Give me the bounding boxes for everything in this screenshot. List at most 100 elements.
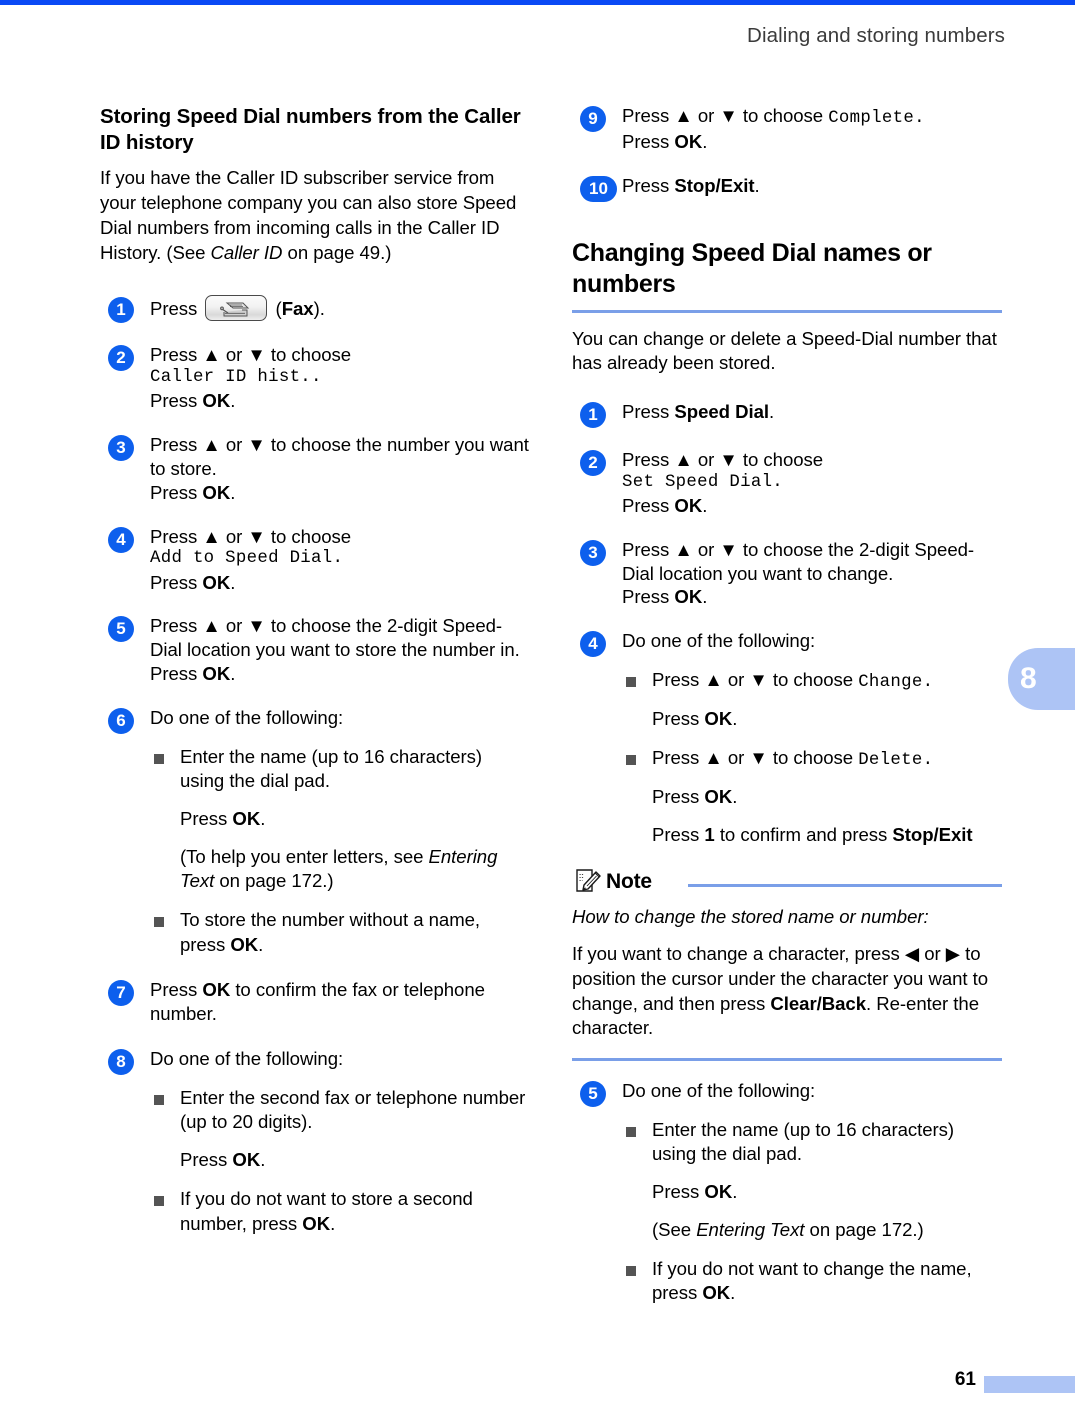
- r4-bullet2-lcd: Delete.: [858, 750, 934, 770]
- digit-1-key: 1: [704, 823, 715, 845]
- left-column: Storing Speed Dial numbers from the Call…: [100, 104, 530, 1236]
- step4-line3: Press OK.: [150, 571, 530, 595]
- step-item-2: 2 Press ▲ or ▼ to choose Caller ID hist.…: [100, 343, 530, 413]
- step-text-10: Press Stop/Exit.: [622, 174, 1002, 199]
- r3-press-post: .: [702, 586, 708, 608]
- note-line-1: How to change the stored name or number:: [572, 906, 929, 928]
- step8-bullet2-post: .: [330, 1212, 336, 1234]
- step-item-6: 6 Do one of the following: Enter the nam…: [100, 706, 530, 958]
- step5-line1: Press ▲ or ▼ to choose the 2-digit Speed…: [150, 615, 520, 661]
- step2-press-pre: Press: [150, 390, 203, 412]
- step-text-5: Press ▲ or ▼ to choose the 2-digit Speed…: [150, 614, 530, 685]
- r2-press-post: .: [702, 495, 708, 517]
- square-bullet-icon: [154, 1094, 164, 1105]
- step-number-4: 4: [108, 526, 134, 553]
- r3-press-pre: Press: [622, 586, 675, 608]
- ok-key: OK: [232, 1149, 261, 1171]
- step-item-r2: 2 Press ▲ or ▼ to choose Set Speed Dial.…: [572, 448, 1002, 518]
- step-text-3: Press ▲ or ▼ to choose the number you wa…: [150, 433, 530, 504]
- r1-speeddial-key: Speed Dial: [674, 401, 769, 422]
- step6-line1: Do one of the following:: [150, 706, 344, 728]
- step-number-10: 10: [580, 176, 617, 203]
- r2-line1: Press ▲ or ▼ to choose: [622, 449, 824, 470]
- step2-ok-key: OK: [202, 390, 231, 412]
- r3-line3: Press OK.: [622, 585, 1002, 609]
- press-post: .: [732, 785, 738, 807]
- step-text-r1: Press Speed Dial.: [622, 400, 1002, 425]
- press-pre: Press: [180, 808, 233, 829]
- note-body: How to change the stored name or number:…: [572, 905, 1002, 1041]
- press-post: .: [260, 808, 266, 829]
- step8-line1: Do one of the following:: [150, 1048, 344, 1070]
- ok-key: OK: [704, 785, 733, 807]
- note-header: Note: [572, 869, 1002, 899]
- step-number-7: 7: [108, 979, 134, 1006]
- step9-press-pre: Press: [622, 131, 675, 153]
- step-item-9: 9 Press ▲ or ▼ to choose Complete. Press…: [572, 104, 1002, 154]
- step3-line3: Press OK.: [150, 481, 530, 505]
- bullet-item: Enter the second fax or telephone number…: [150, 1086, 530, 1135]
- step9-ok-key: OK: [674, 131, 703, 153]
- step6-bullet1-follow1: Press OK.: [150, 807, 530, 832]
- r2-press-pre: Press: [622, 495, 675, 517]
- r1-post: .: [768, 401, 775, 422]
- r4-bullet1-follow1: Press OK.: [622, 707, 1002, 732]
- fax-key-icon[interactable]: [205, 295, 268, 322]
- step1-key-close: ).: [313, 298, 325, 320]
- r2-lcd-text: Set Speed Dial.: [622, 472, 784, 492]
- r1-pre: Press: [622, 401, 675, 422]
- step-item-1: 1 Press (Fax).: [100, 295, 530, 324]
- fax-machine-glyph: [220, 302, 250, 317]
- square-bullet-icon: [626, 754, 636, 765]
- note-header-rule: [688, 884, 1002, 888]
- step3-line1: Press ▲ or ▼ to choose the number you wa…: [150, 434, 529, 479]
- step5-press-post: .: [230, 663, 236, 685]
- step-number-r2: 2: [580, 450, 606, 476]
- press-post: .: [260, 1149, 266, 1171]
- intro-paragraph-right: You can change or delete a Speed-Dial nu…: [572, 327, 997, 374]
- r5-bullet2-key: OK: [702, 1282, 731, 1304]
- r2-line3: Press OK.: [622, 494, 1002, 518]
- step3-press-pre: Press: [150, 481, 203, 503]
- step5-line3: Press OK.: [150, 662, 530, 686]
- step8-bullet1-follow1: Press OK.: [150, 1148, 530, 1173]
- press-pre: Press: [652, 785, 705, 807]
- press-post: .: [732, 708, 738, 730]
- step-number-r5: 5: [580, 1081, 606, 1107]
- ref-pre: (See: [652, 1218, 697, 1240]
- chapter-tab: 8: [1008, 648, 1075, 710]
- step7-pre: Press: [150, 978, 203, 1000]
- right-column: 9 Press ▲ or ▼ to choose Complete. Press…: [572, 104, 1002, 1306]
- step4-press-post: .: [230, 571, 236, 593]
- step-text-9: Press ▲ or ▼ to choose Complete. Press O…: [622, 104, 1002, 154]
- note-pencil-icon: [574, 867, 604, 897]
- r5-bullet1-text: Enter the name (up to 16 characters) usi…: [652, 1118, 955, 1165]
- ok-key: OK: [704, 1181, 733, 1203]
- step3-ok-key: OK: [202, 481, 231, 503]
- square-bullet-icon: [626, 1265, 636, 1276]
- step-text-8: Do one of the following: Enter the secon…: [150, 1047, 530, 1236]
- press-pre: Press: [180, 1149, 233, 1171]
- note-title: Note: [606, 870, 652, 894]
- step4-press-pre: Press: [150, 571, 203, 593]
- intro-paragraph-left: If you have the Caller ID subscriber ser…: [100, 166, 530, 265]
- step5-ok-key: OK: [202, 663, 231, 685]
- step-number-9: 9: [580, 106, 606, 132]
- step4-lcd-text: Add to Speed Dial.: [150, 549, 344, 569]
- step-number-1: 1: [108, 297, 134, 324]
- r4-bullet2-follow1: Press OK.: [622, 785, 1002, 810]
- square-bullet-icon: [626, 1126, 636, 1137]
- chapter-tab-number: 8: [1020, 662, 1037, 695]
- step10-post: .: [754, 175, 760, 197]
- bullet-item: Press ▲ or ▼ to choose Delete.: [622, 746, 1002, 772]
- press-pre: Press: [652, 708, 705, 730]
- bullet-item: If you do not want to store a second num…: [150, 1187, 530, 1236]
- step-number-8: 8: [108, 1049, 134, 1076]
- r4-line1: Do one of the following:: [622, 630, 816, 652]
- step2-line3: Press OK.: [150, 389, 530, 413]
- step3-press-post: .: [230, 481, 236, 503]
- r5-bullet1-follow2: (See Entering Text on page 172.): [622, 1218, 1002, 1243]
- intro-italic-ref: Caller ID: [210, 241, 283, 263]
- r2-ok-key: OK: [674, 495, 703, 517]
- r5-line1: Do one of the following:: [622, 1080, 816, 1101]
